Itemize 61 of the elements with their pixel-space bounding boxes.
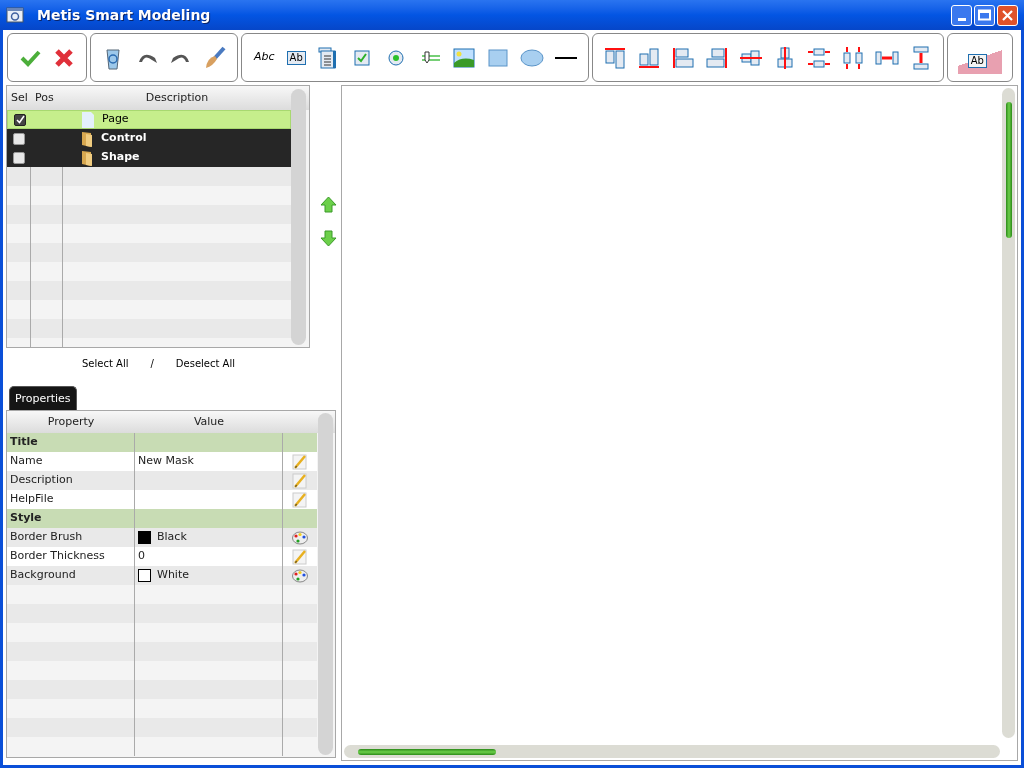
window-title: Metis Smart Modeling: [37, 5, 211, 25]
page-icon: [82, 111, 94, 128]
scrollbar-thumb[interactable]: [358, 748, 496, 755]
property-name: Border Brush: [10, 529, 83, 546]
scrollbar[interactable]: [1002, 88, 1015, 738]
label-tool[interactable]: Abc: [252, 42, 277, 73]
column-header: Pos: [34, 89, 55, 106]
checkbox[interactable]: [13, 151, 25, 164]
brush-icon[interactable]: [203, 45, 227, 70]
close-icon: [1002, 9, 1013, 21]
align-left-icon[interactable]: [670, 45, 695, 70]
properties-tab[interactable]: Properties: [9, 386, 77, 410]
palette-icon[interactable]: [292, 568, 308, 583]
checkbox[interactable]: [14, 113, 26, 126]
tree-row[interactable]: Shape: [7, 148, 291, 167]
move-down-icon[interactable]: [320, 230, 337, 247]
property-value: Black: [157, 529, 187, 546]
group-label: Style: [10, 510, 42, 527]
align-bottom-icon[interactable]: [636, 45, 661, 70]
image-icon[interactable]: [451, 45, 476, 70]
deselect-all-link[interactable]: Deselect All: [175, 356, 235, 371]
property-value: 0: [138, 548, 145, 565]
property-name: Border Thickness: [10, 548, 105, 565]
same-width-icon[interactable]: [806, 45, 831, 70]
property-value: New Mask: [138, 453, 194, 470]
property-value: White: [157, 567, 189, 584]
folder-icon: [81, 130, 93, 147]
tree-row[interactable]: Page: [7, 110, 291, 129]
property-name: Background: [10, 567, 76, 584]
column-header: Sel: [10, 89, 29, 106]
minimize-button[interactable]: [951, 4, 972, 26]
palette-icon[interactable]: [292, 530, 308, 545]
tree-item-label: Shape: [101, 149, 140, 166]
property-name: Name: [10, 453, 43, 470]
minimize-icon: [957, 17, 966, 21]
checkbox[interactable]: [13, 132, 25, 145]
close-button[interactable]: [997, 4, 1018, 26]
align-top-icon[interactable]: [602, 45, 627, 70]
column-header: Value: [192, 413, 226, 430]
scrollbar[interactable]: [318, 413, 333, 755]
column-header: Property: [46, 413, 96, 430]
align-right-icon[interactable]: [704, 45, 729, 70]
scrollbar[interactable]: [344, 745, 1000, 758]
scrollbar-thumb[interactable]: [1005, 102, 1012, 238]
column-header: Description: [144, 89, 210, 106]
scrollbar[interactable]: [291, 89, 306, 345]
tree-item-label: Control: [101, 130, 147, 147]
property-name: Description: [10, 472, 73, 489]
tree-row[interactable]: Control: [7, 129, 291, 148]
text-box-tool[interactable]: Ab: [286, 50, 306, 65]
same-height-icon[interactable]: [840, 45, 865, 70]
select-all-link[interactable]: Select All: [82, 356, 129, 371]
folder-icon: [81, 149, 93, 166]
property-name: HelpFile: [10, 491, 54, 508]
move-up-icon[interactable]: [320, 196, 337, 213]
group-label: Title: [10, 434, 38, 451]
app-icon: [6, 7, 24, 23]
tree-item-label: Page: [102, 111, 129, 128]
maximize-button[interactable]: [974, 4, 995, 26]
separator-text: /: [150, 357, 154, 371]
maximize-icon: [978, 9, 991, 21]
